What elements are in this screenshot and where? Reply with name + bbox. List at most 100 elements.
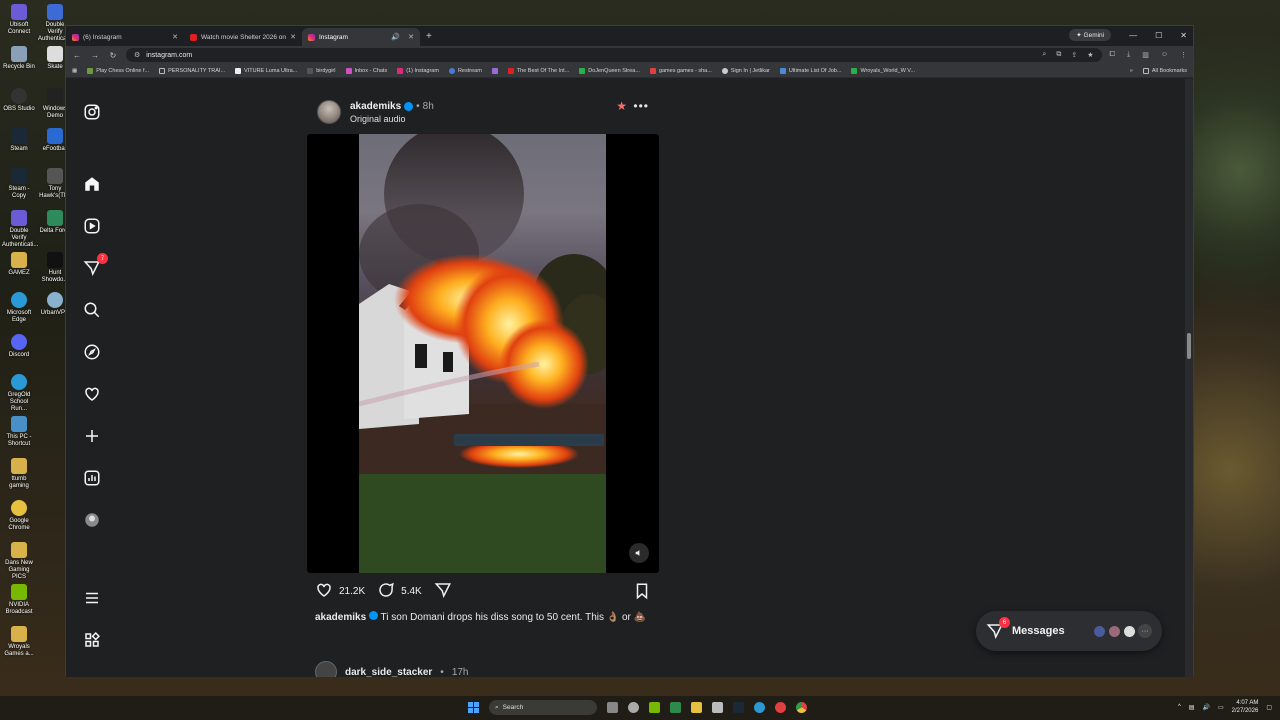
heart-icon[interactable] xyxy=(82,384,102,404)
share-icon[interactable]: ⇪ xyxy=(1071,51,1077,59)
desktop-icon[interactable]: Wroyals Games a... xyxy=(2,626,36,658)
desktop-icon[interactable]: Steam - Copy xyxy=(2,168,36,200)
desktop-icon[interactable]: Microsoft Edge xyxy=(2,292,36,324)
desktop-icon[interactable]: Ubisoft Connect xyxy=(2,4,36,36)
profile-icon[interactable]: ☺ xyxy=(1161,51,1168,59)
desktop-icon[interactable]: Google Chrome xyxy=(2,500,36,532)
post-author[interactable]: akademiks • 8h xyxy=(350,101,434,112)
desktop-icon[interactable]: OBS Studio xyxy=(2,88,36,113)
bookmarks-overflow-icon[interactable]: » xyxy=(1130,68,1133,74)
tray-chevron-icon[interactable]: ^ xyxy=(1178,704,1181,710)
new-tab-button[interactable]: + xyxy=(426,31,432,42)
bookmark-item[interactable]: birdygirl xyxy=(307,67,336,74)
bookmark-item[interactable]: Wroyals_World_W V... xyxy=(851,67,915,74)
close-window-button[interactable]: ✕ xyxy=(1180,31,1187,40)
site-info-icon[interactable]: ⚙ xyxy=(134,51,140,59)
bookmark-item[interactable]: PERSONALITY TRAI... xyxy=(159,67,225,74)
share-button[interactable] xyxy=(434,581,452,602)
messenger-icon[interactable]: 7 xyxy=(82,253,108,278)
desktop-icon[interactable]: Dans New Gaming PICS xyxy=(2,542,36,581)
app-icon[interactable] xyxy=(775,702,786,713)
desktop-icon[interactable]: NVIDIA Broadcast xyxy=(2,584,36,616)
desktop-icon[interactable]: GAMEZ xyxy=(2,252,36,277)
bookmark-item[interactable]: Inbox - Chats xyxy=(345,67,387,74)
zoom-icon[interactable]: ⌕ xyxy=(1042,51,1046,59)
clock[interactable]: 4:07 AM 2/27/2026 xyxy=(1232,699,1259,715)
home-icon[interactable] xyxy=(82,174,102,194)
maximize-button[interactable]: ☐ xyxy=(1155,31,1162,40)
video-frame[interactable] xyxy=(359,134,606,573)
close-tab-icon[interactable]: ✕ xyxy=(408,33,414,41)
minimize-button[interactable]: — xyxy=(1129,31,1137,40)
downloads-icon[interactable]: ⤓ xyxy=(1127,51,1130,59)
notifications-icon[interactable]: ▢ xyxy=(1266,704,1272,711)
audio-label[interactable]: Original audio xyxy=(350,114,406,124)
desktop-icon[interactable]: GregOld School Run... xyxy=(2,374,36,413)
bookmark-item[interactable]: VITURE Luma Ultra... xyxy=(235,67,297,74)
close-tab-icon[interactable]: ✕ xyxy=(290,33,296,41)
bookmark-item[interactable]: DoJenQueen Strea... xyxy=(579,67,640,74)
tab-watch-movie[interactable]: Watch movie Shelter 2026 on I... ✕ xyxy=(184,28,302,46)
desktop-icon[interactable]: ttumb gaming xyxy=(2,458,36,490)
username[interactable]: akademiks xyxy=(350,101,401,112)
reload-button[interactable]: ↻ xyxy=(108,51,118,60)
desktop-icon[interactable]: Recycle Bin xyxy=(2,46,36,71)
gemini-button[interactable]: ✦ Gemini xyxy=(1069,29,1112,41)
audio-icon[interactable]: 🔊 xyxy=(391,33,400,41)
menu-dots-icon[interactable]: ⋮ xyxy=(1180,51,1187,59)
comment-count[interactable]: 5.4K xyxy=(401,586,422,597)
extensions-icon[interactable]: ⧠ xyxy=(1110,51,1116,59)
settings-icon[interactable] xyxy=(628,702,639,713)
create-icon[interactable] xyxy=(82,426,102,446)
bookmark-item[interactable]: Ultimate List Of Job... xyxy=(779,67,841,74)
apps-icon[interactable]: ▦ xyxy=(72,68,77,74)
app-icon[interactable] xyxy=(670,702,681,713)
network-icon[interactable]: ▤ xyxy=(1189,704,1195,711)
back-button[interactable]: ← xyxy=(72,51,82,60)
profile-avatar-icon[interactable] xyxy=(82,510,102,530)
tab-instagram-6[interactable]: (6) Instagram ✕ xyxy=(66,28,184,46)
scrollbar-thumb[interactable] xyxy=(1187,333,1191,359)
bookmark-item[interactable]: Restream xyxy=(448,67,482,74)
desktop-icon[interactable]: Steam xyxy=(2,128,36,153)
sidepanel-icon[interactable]: ▥ xyxy=(1142,51,1149,59)
dashboard-icon[interactable] xyxy=(82,468,102,488)
file-explorer-icon[interactable] xyxy=(691,702,702,713)
more-apps-icon[interactable] xyxy=(82,630,102,650)
bookmark-item[interactable]: Play Chess Online f... xyxy=(87,67,149,74)
edge-icon[interactable] xyxy=(754,702,765,713)
nvidia-icon[interactable] xyxy=(649,702,660,713)
search-icon[interactable] xyxy=(82,300,102,320)
comment-button[interactable] xyxy=(377,581,395,602)
task-view-icon[interactable] xyxy=(607,702,618,713)
avatar[interactable] xyxy=(315,661,337,677)
post-media[interactable] xyxy=(307,134,659,573)
store-icon[interactable] xyxy=(712,702,723,713)
address-bar[interactable]: ⚙ instagram.com ⌕ ⧉ ⇪ ★ xyxy=(126,48,1102,62)
favorite-star-icon[interactable]: ★ xyxy=(616,99,627,113)
page-scrollbar[interactable] xyxy=(1185,79,1193,677)
close-tab-icon[interactable]: ✕ xyxy=(172,33,178,41)
next-post-username[interactable]: dark_side_stacker xyxy=(345,667,432,678)
chrome-icon[interactable] xyxy=(796,702,807,713)
desktop-icon[interactable]: Double Verify Authenticati... xyxy=(2,210,38,249)
like-button[interactable] xyxy=(315,581,333,602)
volume-icon[interactable]: 🔊 xyxy=(1202,704,1209,711)
bookmark-item[interactable] xyxy=(491,67,498,74)
steam-icon[interactable] xyxy=(733,702,744,713)
reels-icon[interactable] xyxy=(82,216,102,236)
bookmark-item[interactable]: The Best Of The Int... xyxy=(507,67,569,74)
save-button[interactable] xyxy=(633,582,651,603)
all-bookmarks-button[interactable]: All Bookmarks xyxy=(1142,67,1187,74)
bookmark-item[interactable]: games games - sha... xyxy=(649,67,712,74)
taskbar-search[interactable]: ⌕ Search xyxy=(489,700,597,715)
bookmark-item[interactable]: Sign In | Jetlikar xyxy=(721,67,770,74)
messages-button[interactable]: 6 Messages ··· xyxy=(976,611,1162,651)
avatar[interactable] xyxy=(317,100,341,124)
mute-button[interactable] xyxy=(629,543,649,563)
more-options-icon[interactable]: ••• xyxy=(633,99,649,113)
caption-username[interactable]: akademiks xyxy=(315,612,366,623)
install-icon[interactable]: ⧉ xyxy=(1056,51,1061,59)
explore-icon[interactable] xyxy=(82,342,102,362)
tab-instagram-active[interactable]: Instagram 🔊 ✕ xyxy=(302,28,420,46)
